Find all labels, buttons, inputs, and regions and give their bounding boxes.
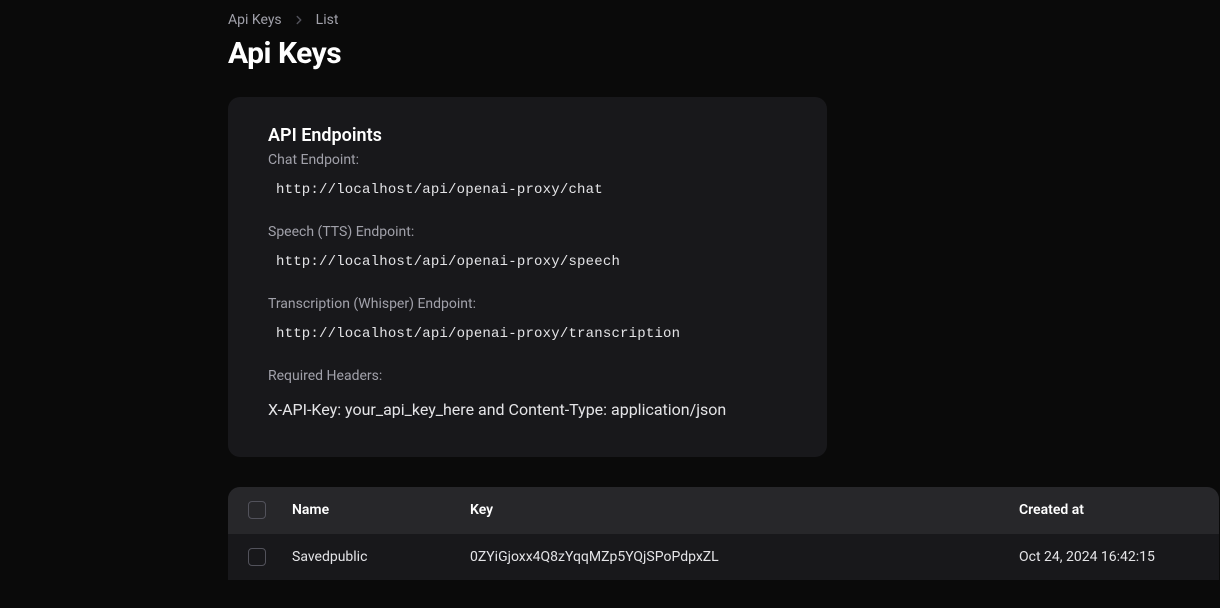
table-header-row: Name Key Created at — [228, 487, 1219, 533]
cell-name: Savedpublic — [292, 549, 470, 565]
breadcrumb: Api Keys List — [228, 12, 1220, 28]
endpoint-url-chat: http://localhost/api/openai-proxy/chat — [268, 182, 787, 198]
column-header-name[interactable]: Name — [292, 502, 470, 518]
api-keys-table: Name Key Created at Savedpublic 0ZYiGjox… — [228, 487, 1219, 580]
breadcrumb-item-list[interactable]: List — [316, 12, 339, 28]
endpoint-label-speech: Speech (TTS) Endpoint: — [268, 224, 787, 240]
column-header-created[interactable]: Created at — [1019, 502, 1199, 518]
headers-text: X-API-Key: your_api_key_here and Content… — [268, 400, 787, 419]
row-checkbox[interactable] — [248, 548, 266, 566]
breadcrumb-item-apikeys[interactable]: Api Keys — [228, 12, 282, 28]
api-endpoints-card: API Endpoints Chat Endpoint: http://loca… — [228, 97, 827, 457]
cell-key: 0ZYiGjoxx4Q8zYqqMZp5YQjSPoPdpxZL — [470, 549, 1019, 565]
endpoint-url-transcription: http://localhost/api/openai-proxy/transc… — [268, 326, 787, 342]
endpoint-label-transcription: Transcription (Whisper) Endpoint: — [268, 296, 787, 312]
table-row[interactable]: Savedpublic 0ZYiGjoxx4Q8zYqqMZp5YQjSPoPd… — [228, 533, 1219, 580]
select-all-checkbox[interactable] — [248, 501, 266, 519]
page-title: Api Keys — [228, 36, 1220, 71]
chevron-right-icon — [292, 13, 306, 27]
endpoint-url-speech: http://localhost/api/openai-proxy/speech — [268, 254, 787, 270]
headers-label: Required Headers: — [268, 368, 787, 384]
card-title: API Endpoints — [268, 125, 787, 146]
cell-created: Oct 24, 2024 16:42:15 — [1019, 549, 1199, 565]
column-header-key[interactable]: Key — [470, 502, 1019, 518]
endpoint-label-chat: Chat Endpoint: — [268, 152, 787, 168]
